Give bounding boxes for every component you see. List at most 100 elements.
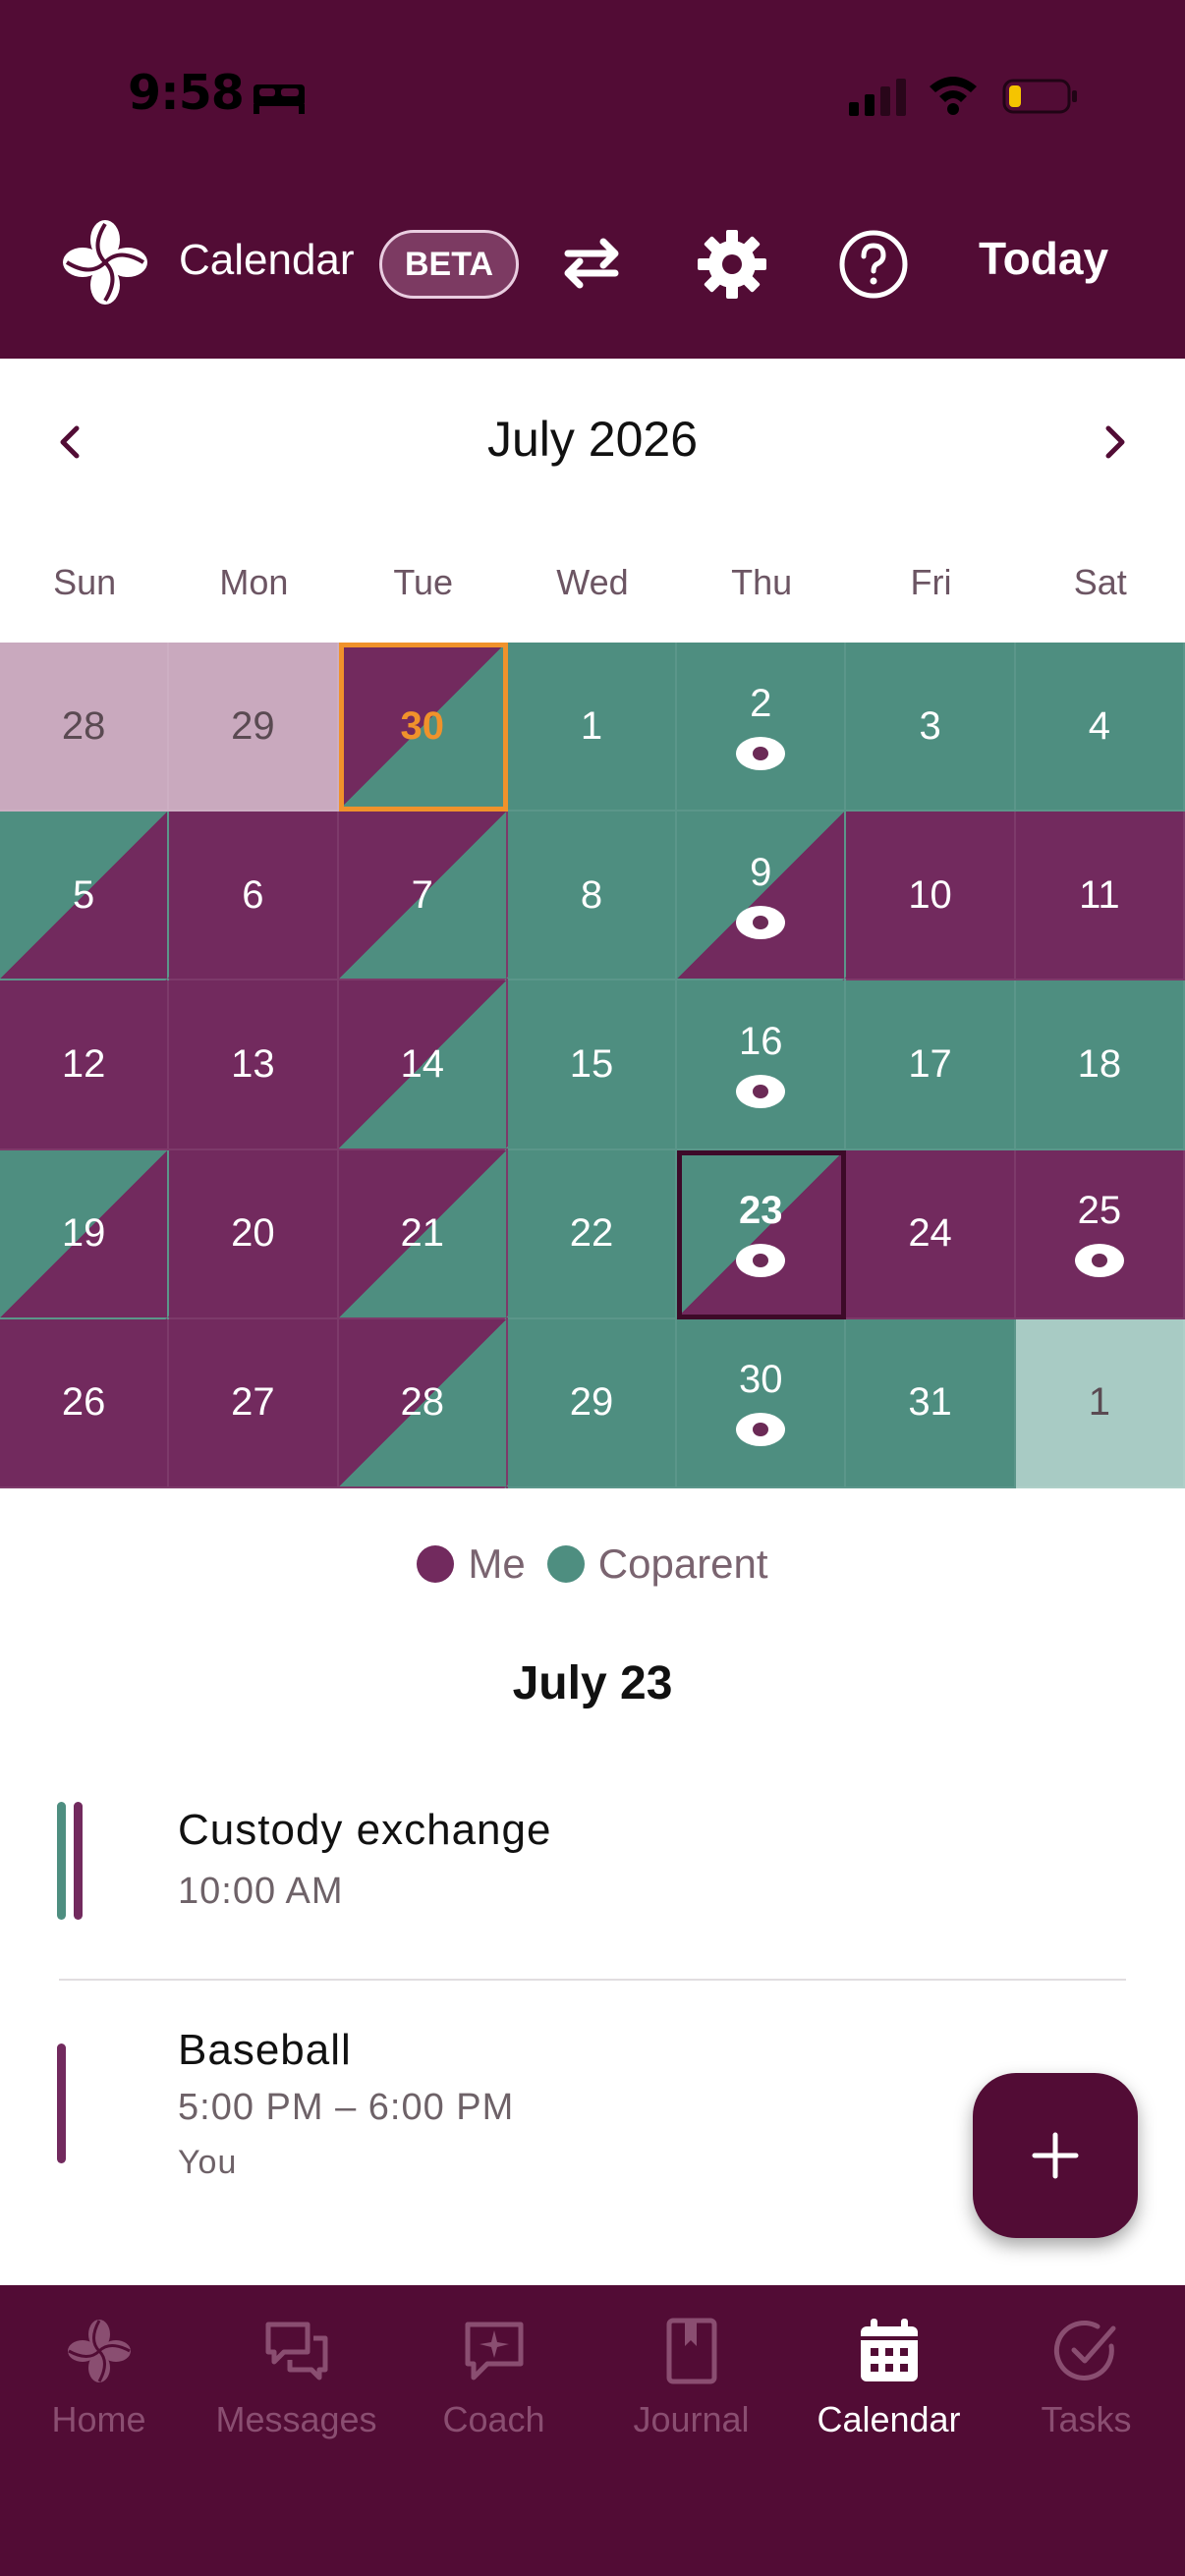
day-number: 15 [569,1041,614,1086]
calendar-day[interactable]: 31 [846,1318,1016,1488]
nav-label: Journal [633,2399,750,2439]
app-header: 9:58 Calendar BETA Today [0,0,1185,359]
calendar-day-selected[interactable]: 23 [677,1149,847,1319]
calendar-day[interactable]: 28 [0,643,170,812]
calendar-day[interactable]: 29 [507,1318,678,1488]
calendar-day[interactable]: 11 [1015,812,1185,981]
plus-icon [1032,2132,1079,2179]
day-number: 18 [1077,1041,1122,1086]
calendar-day[interactable]: 22 [507,1149,678,1319]
day-number: 5 [73,872,95,917]
swap-icon[interactable] [556,236,627,291]
day-number: 8 [580,872,603,917]
event-time: 10:00 AM [178,1871,344,1912]
day-number: 7 [411,872,433,917]
event-indicator-icon [735,1243,786,1278]
legend-label-me: Me [468,1540,526,1587]
weekday-label: Wed [556,562,629,602]
tasks-icon [1053,2320,1115,2380]
next-month-chevron-icon[interactable] [1095,422,1134,462]
calendar-day[interactable]: 14 [338,980,508,1150]
day-number: 2 [750,681,772,725]
calendar-day[interactable]: 16 [677,980,847,1150]
calendar-day[interactable]: 9 [677,812,847,981]
calendar-day[interactable]: 5 [0,812,170,981]
calendar-day[interactable]: 28 [338,1318,508,1488]
day-number: 28 [61,703,106,748]
day-number: 24 [908,1211,952,1256]
event-time: 5:00 PM – 6:00 PM [178,2087,515,2128]
calendar-icon [860,2319,918,2381]
gear-icon[interactable] [696,228,768,301]
event-divider [59,1979,1126,1981]
calendar-grid: 28 29 30 1 2 3 4 5 6 7 8 9 10 11 12 13 14 15 16 17 18 19 20 21 2… [0,643,1185,1488]
day-number: 30 [400,703,444,748]
calendar-day[interactable]: 27 [169,1318,339,1488]
calendar-day[interactable]: 21 [338,1149,508,1319]
day-number: 6 [242,872,264,917]
event-owner-bars [57,2044,66,2163]
calendar-day[interactable]: 4 [1015,643,1185,812]
event-title: Baseball [178,2026,352,2074]
calendar-day[interactable]: 20 [169,1149,339,1319]
day-number: 29 [231,703,275,748]
help-icon[interactable] [837,228,910,301]
nav-item-calendar[interactable]: Calendar [790,2285,988,2576]
event-indicator-icon [735,736,786,771]
nav-item-coach[interactable]: Coach [395,2285,592,2576]
calendar-day[interactable]: 10 [846,812,1016,981]
weekday-label: Mon [219,562,289,602]
calendar-day[interactable]: 19 [0,1149,170,1319]
calendar-day[interactable]: 24 [846,1149,1016,1319]
day-number: 1 [580,703,603,748]
calendar-day[interactable]: 15 [507,980,678,1150]
calendar-day[interactable]: 13 [169,980,339,1150]
event-item[interactable]: Custody exchange 10:00 AM [0,1802,1185,1930]
nav-label: Calendar [817,2399,961,2439]
calendar-day[interactable]: 7 [338,812,508,981]
day-number: 31 [908,1380,952,1425]
day-number: 29 [569,1380,614,1425]
weekday-label: Fri [910,562,952,602]
calendar-day[interactable]: 29 [169,643,339,812]
calendar-day[interactable]: 8 [507,812,678,981]
calendar-day[interactable]: 1 [507,643,678,812]
calendar-day[interactable]: 2 [677,643,847,812]
nav-item-journal[interactable]: Journal [592,2285,790,2576]
day-number: 20 [231,1211,275,1256]
beta-badge: BETA [379,230,519,299]
calendar-day[interactable]: 17 [846,980,1016,1150]
nav-item-tasks[interactable]: Tasks [988,2285,1185,2576]
day-number: 3 [919,703,941,748]
legend-item-me: Me [417,1540,526,1588]
calendar-day[interactable]: 3 [846,643,1016,812]
signal-icon [849,79,906,116]
calendar-day[interactable]: 18 [1015,980,1185,1150]
calendar-day-today[interactable]: 30 [338,643,508,812]
day-number: 25 [1077,1189,1122,1233]
coparent-color-dot [546,1545,585,1583]
calendar-day[interactable]: 6 [169,812,339,981]
calendar-day[interactable]: 25 [1015,1149,1185,1319]
day-number: 23 [739,1189,783,1233]
nav-label: Tasks [1041,2399,1132,2439]
calendar-day[interactable]: 1 [1015,1318,1185,1488]
today-button[interactable]: Today [979,232,1108,285]
app-title: Calendar [179,236,355,284]
event-title: Custody exchange [178,1806,552,1854]
bottom-navigation: Home Messages Coach Journal Calendar Tas… [0,2285,1185,2576]
legend: Me Coparent [0,1538,1185,1591]
calendar-day[interactable]: 26 [0,1318,170,1488]
month-title: July 2026 [486,412,699,467]
day-number: 19 [61,1211,106,1256]
messages-icon [265,2322,327,2380]
wifi-icon [930,77,977,115]
calendar-day[interactable]: 12 [0,980,170,1150]
calendar-day[interactable]: 30 [677,1318,847,1488]
me-bar [74,1802,83,1920]
day-number: 4 [1088,703,1110,748]
add-event-button[interactable] [973,2073,1138,2238]
day-number: 9 [750,850,772,894]
nav-item-home[interactable]: Home [0,2285,198,2576]
nav-item-messages[interactable]: Messages [198,2285,395,2576]
